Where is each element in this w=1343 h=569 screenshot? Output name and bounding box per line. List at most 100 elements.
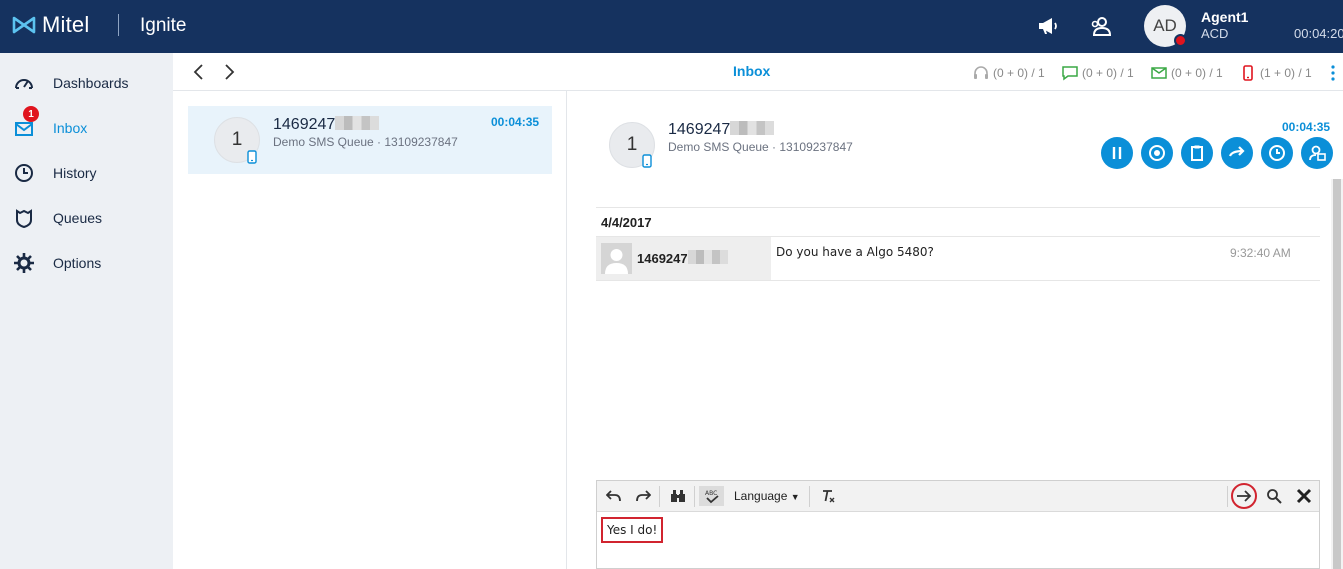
search-button[interactable] <box>1263 486 1285 506</box>
agent-avatar[interactable]: AD <box>1144 5 1187 47</box>
inbox-toolbar: Inbox (0 + 0) / 1 (0 + 0) / 1 (0 + 0) / … <box>173 53 1343 91</box>
sidebar-item-history[interactable]: History <box>0 153 173 193</box>
redacted-digits <box>335 116 380 130</box>
toolbar-separator <box>809 486 810 507</box>
clipboard-button[interactable] <box>1181 137 1213 169</box>
transfer-button[interactable] <box>1221 137 1253 169</box>
detail-queue-info: Demo SMS Queue · 13109237847 <box>668 140 853 154</box>
sidebar-item-label: Inbox <box>53 120 88 136</box>
language-label: Language <box>734 489 788 503</box>
pause-button[interactable] <box>1101 137 1133 169</box>
voice-stat-value: (0 + 0) / 1 <box>993 66 1045 80</box>
sms-channel-icon <box>247 150 257 164</box>
close-editor-button[interactable] <box>1293 486 1315 506</box>
language-dropdown[interactable]: Language ▼ <box>734 489 800 503</box>
mobile-phone-icon <box>1243 65 1253 81</box>
spellcheck-icon: ABC <box>705 490 719 504</box>
conversation-list-item[interactable]: 1 1469247 Demo SMS Queue · 13109237847 0… <box>188 106 552 174</box>
agent-state-timer: 00:04:20 <box>1294 26 1343 41</box>
app-header: Mitel Ignite AD Agent1 ACD 00:04:20 <box>0 0 1343 53</box>
add-participant-icon <box>1309 145 1326 161</box>
sidebar-item-options[interactable]: Options <box>0 243 173 283</box>
clock-icon <box>15 164 33 182</box>
conversation-timer: 00:04:35 <box>491 115 540 129</box>
megaphone-icon[interactable] <box>1036 14 1060 38</box>
spellcheck-button[interactable]: ABC <box>699 486 724 506</box>
clipboard-icon <box>1191 145 1203 161</box>
sender-prefix: 1469247 <box>637 251 688 266</box>
chevron-right-icon[interactable] <box>219 62 239 82</box>
message-text: Do you have a Algo 5480? <box>776 245 934 259</box>
dashboard-icon <box>15 79 33 89</box>
clear-format-icon <box>823 490 835 503</box>
sidebar-item-label: Options <box>53 255 102 271</box>
avatar-initials: AD <box>1153 16 1177 35</box>
record-icon <box>1149 145 1165 161</box>
detail-timer: 00:04:35 <box>1282 120 1331 134</box>
editor-toolbar: ABC Language ▼ <box>597 481 1319 512</box>
mitel-logo[interactable]: Mitel <box>12 12 89 38</box>
contact-number: 1469247 <box>273 116 380 134</box>
redacted-digits <box>687 250 728 264</box>
page-title: Inbox <box>733 63 771 79</box>
more-options-icon[interactable] <box>1330 65 1336 81</box>
redo-icon <box>636 490 651 502</box>
contact-number-prefix: 1469247 <box>668 121 731 138</box>
sms-queue-stat: (1 + 0) / 1 <box>1240 65 1312 81</box>
clock-icon <box>1269 145 1285 161</box>
binoculars-icon <box>671 490 685 502</box>
redacted-digits <box>730 121 775 135</box>
voice-queue-stat: (0 + 0) / 1 <box>973 65 1045 81</box>
chevron-left-icon[interactable] <box>189 62 209 82</box>
queue-info: Demo SMS Queue · 13109237847 <box>273 135 458 149</box>
chat-queue-stat: (0 + 0) / 1 <box>1062 65 1134 81</box>
sidebar-item-queues[interactable]: Queues <box>0 198 173 238</box>
transfer-arrow-icon <box>1228 146 1245 157</box>
caret-down-icon: ▼ <box>790 492 800 502</box>
sms-channel-icon <box>642 154 652 168</box>
gear-icon <box>14 253 34 273</box>
conversation-detail: 1 1469247 Demo SMS Queue · 13109237847 0… <box>568 91 1343 569</box>
search-icon <box>1267 489 1282 504</box>
sender-avatar-icon <box>601 243 632 274</box>
conference-button[interactable] <box>1301 137 1333 169</box>
users-icon[interactable] <box>1090 14 1114 38</box>
date-separator: 4/4/2017 <box>596 207 1320 237</box>
record-button[interactable] <box>1141 137 1173 169</box>
find-button[interactable] <box>667 486 689 506</box>
clear-format-button[interactable] <box>817 486 839 506</box>
close-icon <box>1296 488 1312 504</box>
queue-shield-icon <box>16 209 32 229</box>
email-stat-value: (0 + 0) / 1 <box>1171 66 1223 80</box>
email-icon <box>1151 67 1167 79</box>
sidebar-item-label: History <box>53 165 97 181</box>
arrow-right-icon <box>1237 490 1252 502</box>
toolbar-separator <box>1227 486 1228 507</box>
scrollbar-thumb[interactable] <box>1333 179 1341 569</box>
sidebar-item-dashboards[interactable]: Dashboards <box>0 63 173 103</box>
contact-number-prefix: 1469247 <box>273 116 336 133</box>
schedule-button[interactable] <box>1261 137 1293 169</box>
pause-icon <box>1112 147 1122 159</box>
reply-input[interactable]: Yes I do! <box>601 517 664 543</box>
send-button[interactable] <box>1231 483 1257 509</box>
redo-button[interactable] <box>632 486 654 506</box>
undo-button[interactable] <box>603 486 625 506</box>
message-time: 9:32:40 AM <box>1230 246 1291 260</box>
mitel-mark-icon <box>12 16 36 34</box>
sidebar-item-label: Dashboards <box>53 75 129 91</box>
product-name: Ignite <box>140 15 187 36</box>
conversation-list: 1 1469247 Demo SMS Queue · 13109237847 0… <box>173 91 567 569</box>
inbox-badge: 1 <box>23 106 39 122</box>
reply-editor: ABC Language ▼ Yes I do! <box>596 480 1320 569</box>
status-dot <box>1174 34 1187 47</box>
email-queue-stat: (0 + 0) / 1 <box>1151 65 1223 81</box>
toolbar-separator <box>659 486 660 507</box>
agent-state: ACD <box>1201 26 1229 41</box>
message-row: 1469247 Do you have a Algo 5480? 9:32:40… <box>596 237 1320 281</box>
sidebar-item-inbox[interactable]: 1 Inbox <box>0 106 173 148</box>
brand-name: Mitel <box>42 12 90 37</box>
sidebar-item-label: Queues <box>53 210 103 226</box>
avatar-count: 1 <box>626 134 638 155</box>
chat-icon <box>1062 66 1078 81</box>
